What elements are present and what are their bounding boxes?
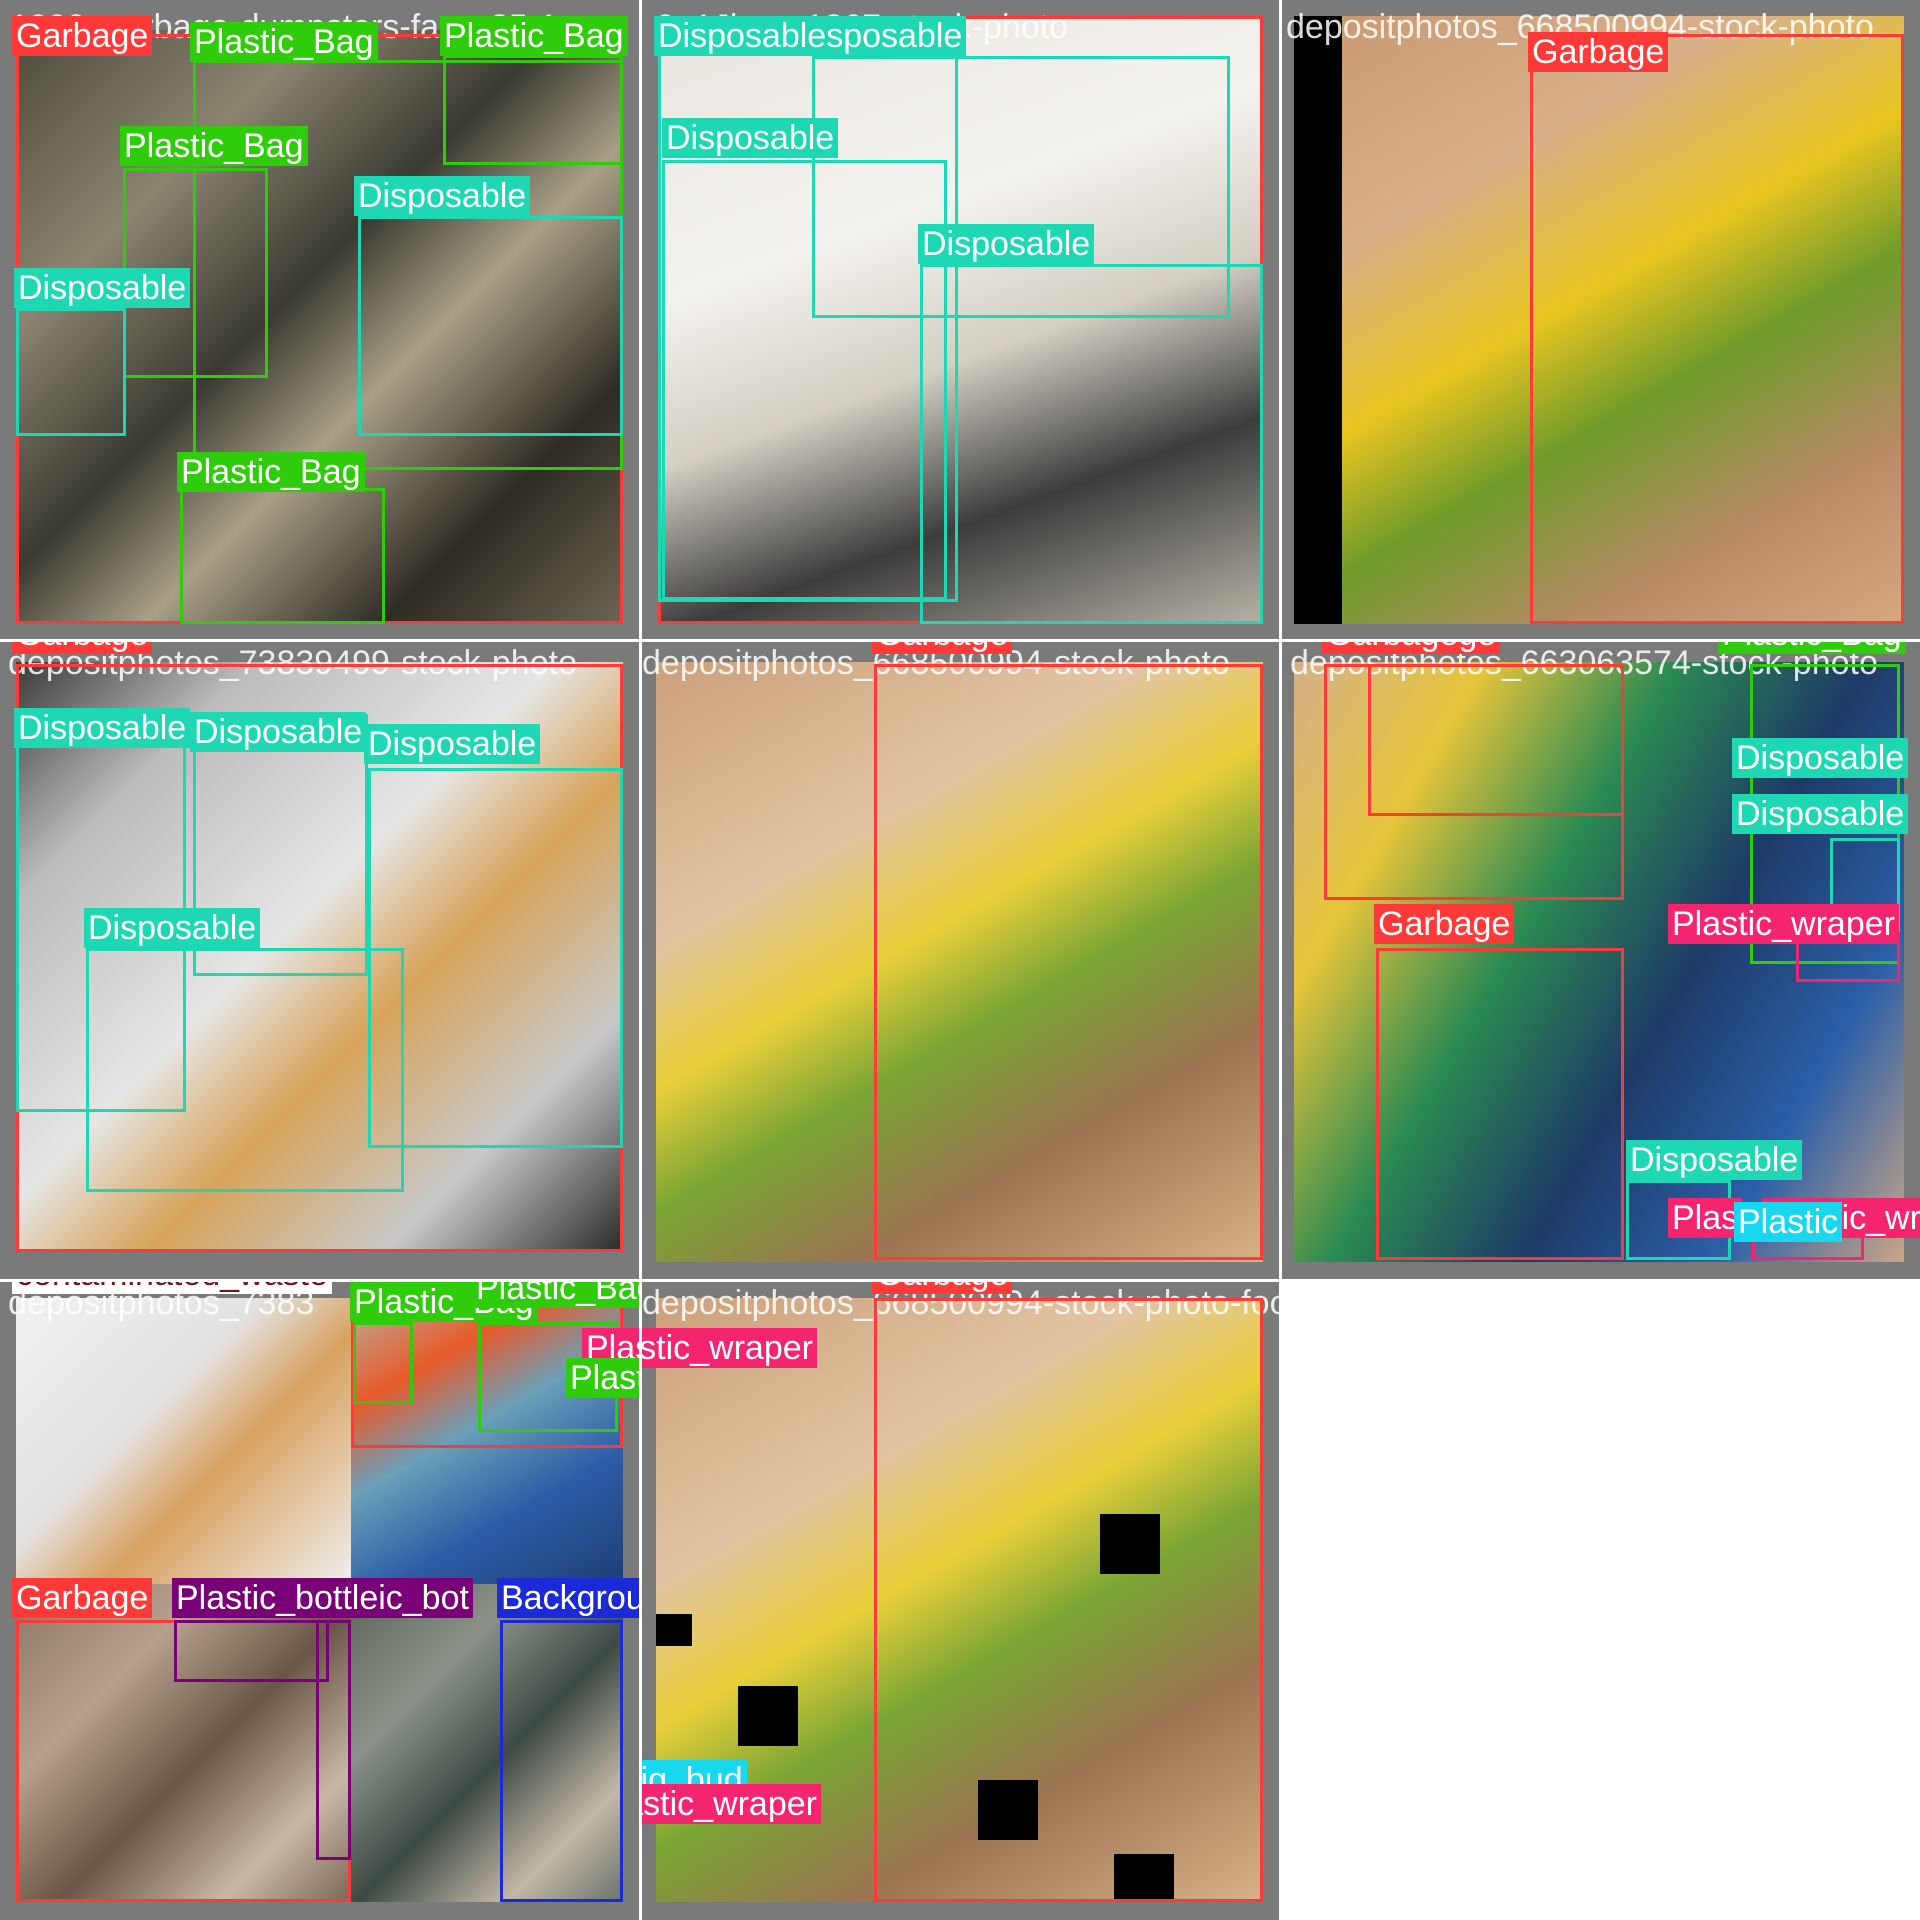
- label-disposable: Disposablesposable: [654, 16, 967, 56]
- label-disposable: Disposable: [662, 118, 839, 158]
- label-garbage: Garbage: [872, 642, 1013, 654]
- label-disposable: Disposable: [190, 712, 367, 752]
- label-garbage: Garbage: [12, 1578, 153, 1618]
- tile-6: depositphotos_663063574-stock-photo Garb…: [1282, 642, 1920, 1279]
- bbox-disposable: [16, 308, 126, 436]
- label-disposable: Disposable: [14, 708, 191, 748]
- label-disposable: Disposable: [364, 724, 541, 764]
- label-cig-bud: Plastic: [1734, 1202, 1843, 1242]
- clear-container-photo: [16, 1298, 351, 1584]
- label-garbage: Garbage: [872, 1282, 1013, 1294]
- tile-8: depositphotos_668500994-stock-photo-food…: [642, 1282, 1279, 1920]
- label-plastic-wraper: Plastic_wraper: [642, 1784, 821, 1824]
- tile-4: depositphotos_73839499-stock-photo Garba…: [0, 642, 639, 1279]
- tile-1: 1000_garbage-dumpsters-farm-25-1 Garbage…: [0, 0, 639, 639]
- label-garbage: Garbage: [12, 642, 153, 654]
- bbox-garbage: [1376, 948, 1624, 1260]
- label-disposable: Disposable: [1732, 794, 1909, 834]
- bbox-background: [500, 1620, 623, 1902]
- label-disposable: Disposable: [1626, 1140, 1803, 1180]
- tile-2: 0_1Jh___1367-stock-photo Disposablesposa…: [642, 0, 1279, 639]
- bbox-plastic-bottle: [316, 1620, 351, 1860]
- label-plastic-bag: Plastic_Bag: [566, 1358, 639, 1398]
- label-plastic-bag: Plastic_Bag: [1718, 642, 1906, 654]
- label-garbage: Garbage: [1528, 32, 1669, 72]
- label-plastic-wraper: Plas: [1668, 1198, 1743, 1238]
- label-garbage: Garbagege: [1322, 642, 1501, 654]
- bbox-disposable: [920, 264, 1263, 624]
- label-background: Background: [497, 1578, 639, 1618]
- label-plastic-wraper: Plastic_wraper: [642, 1328, 817, 1368]
- cutout-block: [656, 1614, 692, 1646]
- bbox-disposable: [358, 216, 623, 436]
- label-plastic-bag: Plastic_Bag: [177, 452, 365, 492]
- label-plastic-bag: Plastic_Bag: [472, 1282, 639, 1308]
- bbox-plastic-bottle: [174, 1620, 329, 1682]
- tile-3: depositphotos_668500994-stock-photo Garb…: [1282, 0, 1920, 639]
- bbox-garbage: [874, 1298, 1263, 1902]
- label-plastic-bag: Plastic_Bag: [120, 126, 308, 166]
- label-plastic-bottle: Plastic_bottleic_bot: [172, 1578, 473, 1618]
- label-plastic-bag: Plastic_Bag: [440, 16, 628, 56]
- tile-7: depositphotos_7383 contaminated_waste Ga…: [0, 1282, 639, 1920]
- bbox-disposable: [368, 768, 623, 1148]
- label-disposable: Disposable: [918, 224, 1095, 264]
- bbox-disposable: [662, 160, 947, 600]
- bbox-plastic-bag: [353, 1322, 413, 1404]
- tile-5: depositphotos_668500994-stock-photo Garb…: [642, 642, 1279, 1279]
- label-plastic-wraper: Plastic_wraper: [1668, 904, 1899, 944]
- cutout-block: [738, 1686, 798, 1746]
- label-disposable: Disposable: [354, 176, 531, 216]
- label-plastic-bag: Plastic_Bag: [190, 22, 378, 62]
- label-garbage: Garbage: [1374, 904, 1515, 944]
- label-disposable: Disposable: [1732, 738, 1909, 778]
- label-disposable: Disposable: [14, 268, 191, 308]
- bbox-plastic-bag: [180, 488, 385, 624]
- bbox-garbage: [1368, 664, 1624, 816]
- bbox-garbage: [1530, 34, 1904, 624]
- bbox-garbage: [874, 664, 1263, 1260]
- bbox-plastic-bag: [443, 55, 623, 165]
- bbox-disposable: [86, 948, 404, 1192]
- label-contaminated-waste: contaminated_waste: [12, 1282, 332, 1294]
- label-garbage: Garbage: [12, 16, 153, 56]
- label-disposable: Disposable: [84, 908, 261, 948]
